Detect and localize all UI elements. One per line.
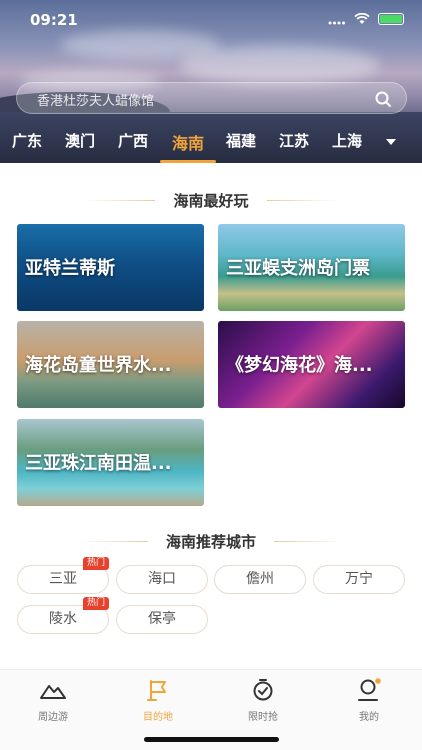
attraction-card-title: 《梦幻海花》海... (226, 355, 373, 376)
status-bar: 09:21 (0, 0, 422, 40)
city-name: 万宁 (345, 571, 373, 587)
city-name: 保亭 (148, 611, 176, 627)
attraction-card-title: 亚特兰蒂斯 (25, 258, 115, 279)
home-indicator (144, 737, 279, 742)
divider (267, 200, 337, 201)
divider (274, 541, 344, 542)
tab-jiangsu[interactable]: 江苏 (279, 130, 309, 151)
hero-header: 09:21 香港杜莎夫人蜡像馆 广东 澳门 广西 海南 福建 江苏 上海 (0, 0, 422, 163)
city-name: 三亚 (49, 571, 77, 587)
hot-badge: 热门 (83, 597, 109, 610)
section-cities-heading: 海南推荐城市 (0, 531, 422, 552)
search-icon[interactable] (374, 90, 392, 108)
city-chip[interactable]: 保亭 (116, 605, 208, 634)
city-chip[interactable]: 海口 (116, 565, 208, 594)
nav-label: 我的 (359, 712, 379, 723)
nav-item-flash-sale[interactable]: 限时抢 (228, 678, 298, 723)
attraction-card[interactable]: 亚特兰蒂斯 (17, 224, 204, 311)
nav-item-profile[interactable]: 我的 (334, 678, 404, 723)
nav-item-nearby[interactable]: 周边游 (18, 678, 88, 723)
attraction-card[interactable]: 海花岛童世界水... (17, 321, 204, 408)
wifi-icon (354, 13, 370, 24)
hot-badge: 热门 (83, 557, 109, 570)
section-cities-title: 海南推荐城市 (165, 533, 256, 551)
signal-icon (328, 21, 345, 24)
attraction-card[interactable]: 三亚蜈支洲岛门票 (218, 224, 405, 311)
attraction-card-title: 海花岛童世界水... (25, 355, 172, 376)
nav-label: 目的地 (143, 712, 173, 723)
cloud-decoration (180, 45, 380, 85)
battery-icon (378, 13, 404, 25)
tab-fujian[interactable]: 福建 (226, 130, 256, 151)
section-fun-title: 海南最好玩 (173, 192, 249, 210)
city-name: 儋州 (246, 571, 274, 587)
search-input[interactable]: 香港杜莎夫人蜡像馆 (16, 82, 407, 114)
tab-hainan[interactable]: 海南 (172, 130, 204, 154)
mountain-icon (40, 685, 66, 699)
attraction-card-title: 三亚蜈支洲岛门票 (226, 258, 370, 279)
chevron-down-icon[interactable] (386, 138, 396, 146)
status-icons (328, 13, 404, 25)
stopwatch-icon (253, 679, 273, 701)
divider (78, 541, 148, 542)
user-icon (358, 678, 381, 701)
city-name: 海口 (148, 571, 176, 587)
city-chip[interactable]: 儋州 (214, 565, 306, 594)
flag-icon (147, 680, 166, 701)
nav-label: 周边游 (38, 712, 68, 723)
search-placeholder: 香港杜莎夫人蜡像馆 (37, 94, 155, 109)
attraction-card[interactable]: 三亚珠江南田温... (17, 419, 204, 506)
tab-shanghai[interactable]: 上海 (332, 130, 362, 151)
attraction-card-title: 三亚珠江南田温... (25, 453, 172, 474)
divider (85, 200, 155, 201)
active-tab-indicator (160, 160, 216, 163)
region-tabs: 广东 澳门 广西 海南 福建 江苏 上海 (0, 128, 422, 163)
city-chip[interactable]: 万宁 (313, 565, 405, 594)
tab-guangxi[interactable]: 广西 (118, 130, 148, 151)
nav-label: 限时抢 (248, 712, 278, 723)
section-fun-heading: 海南最好玩 (0, 190, 422, 211)
tab-guangdong[interactable]: 广东 (12, 130, 42, 151)
attraction-card[interactable]: 《梦幻海花》海... (218, 321, 405, 408)
nav-item-destination[interactable]: 目的地 (123, 678, 193, 723)
city-name: 陵水 (49, 611, 77, 627)
status-time: 09:21 (30, 11, 78, 29)
tab-macau[interactable]: 澳门 (65, 130, 95, 151)
